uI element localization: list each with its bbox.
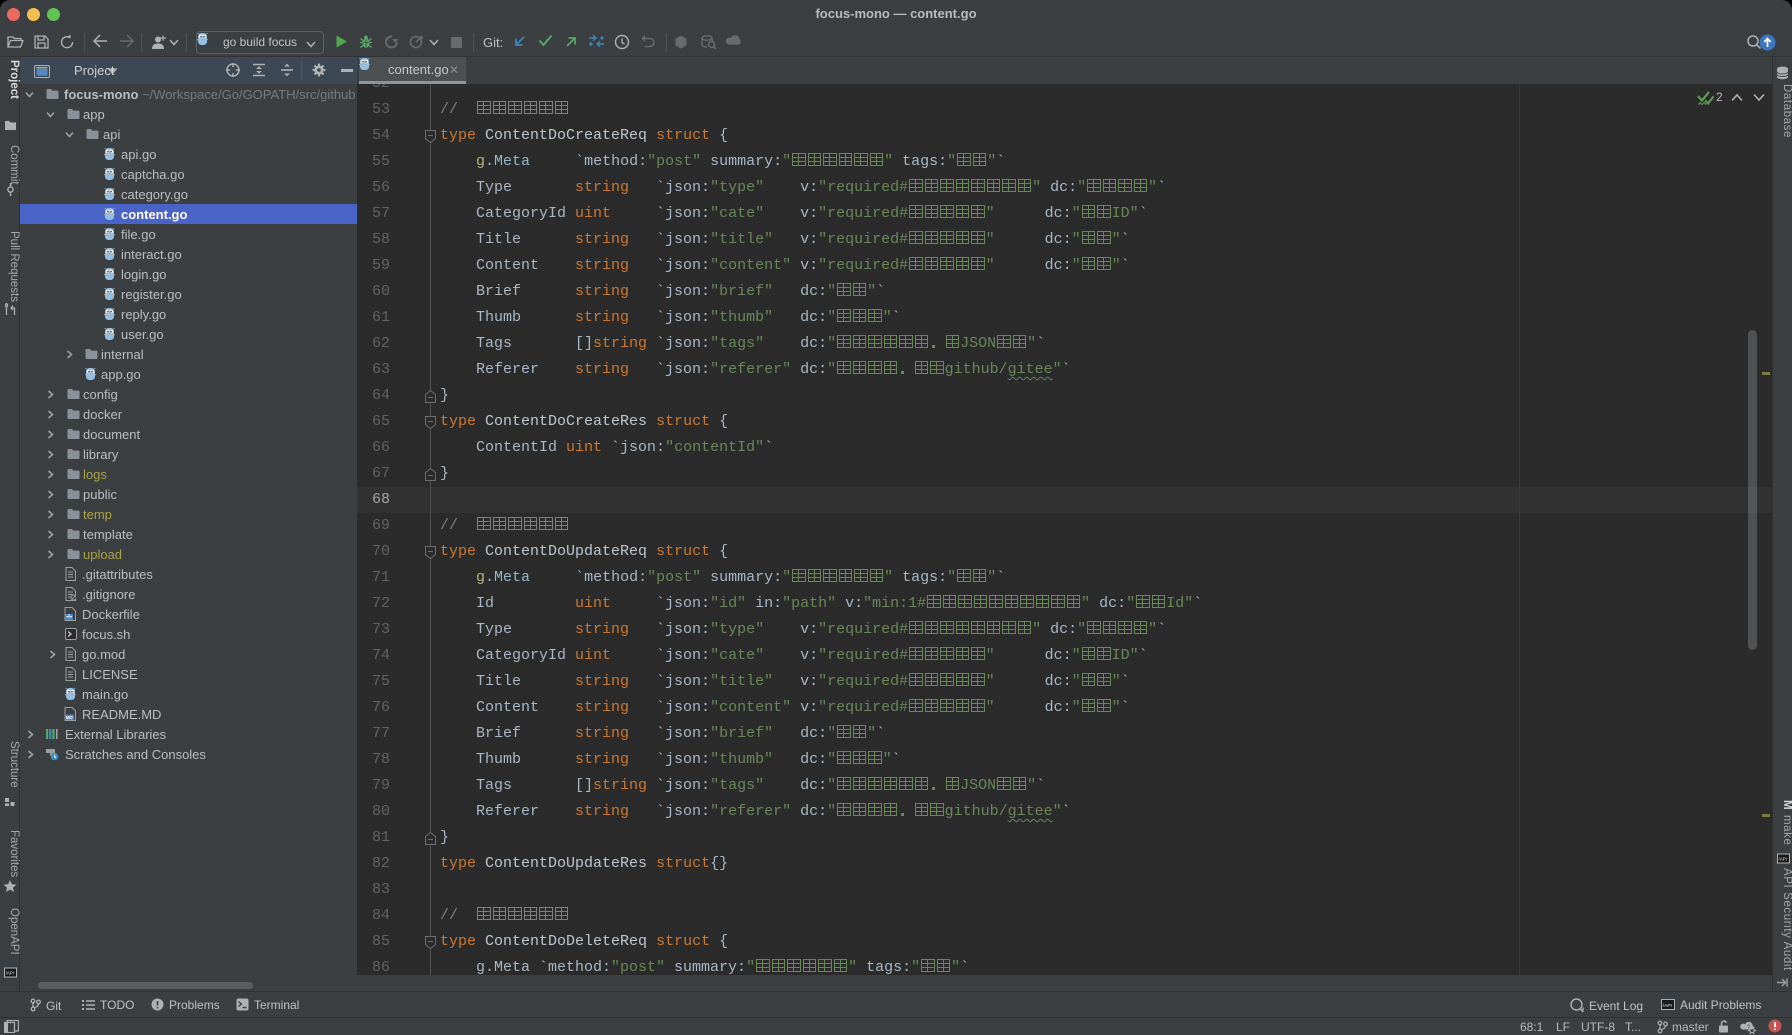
- svg-text:/API: /API: [1663, 1003, 1672, 1009]
- svg-text:/API: /API: [6, 971, 14, 976]
- svg-text:MD: MD: [66, 715, 74, 720]
- svg-text:/API: /API: [1779, 857, 1787, 862]
